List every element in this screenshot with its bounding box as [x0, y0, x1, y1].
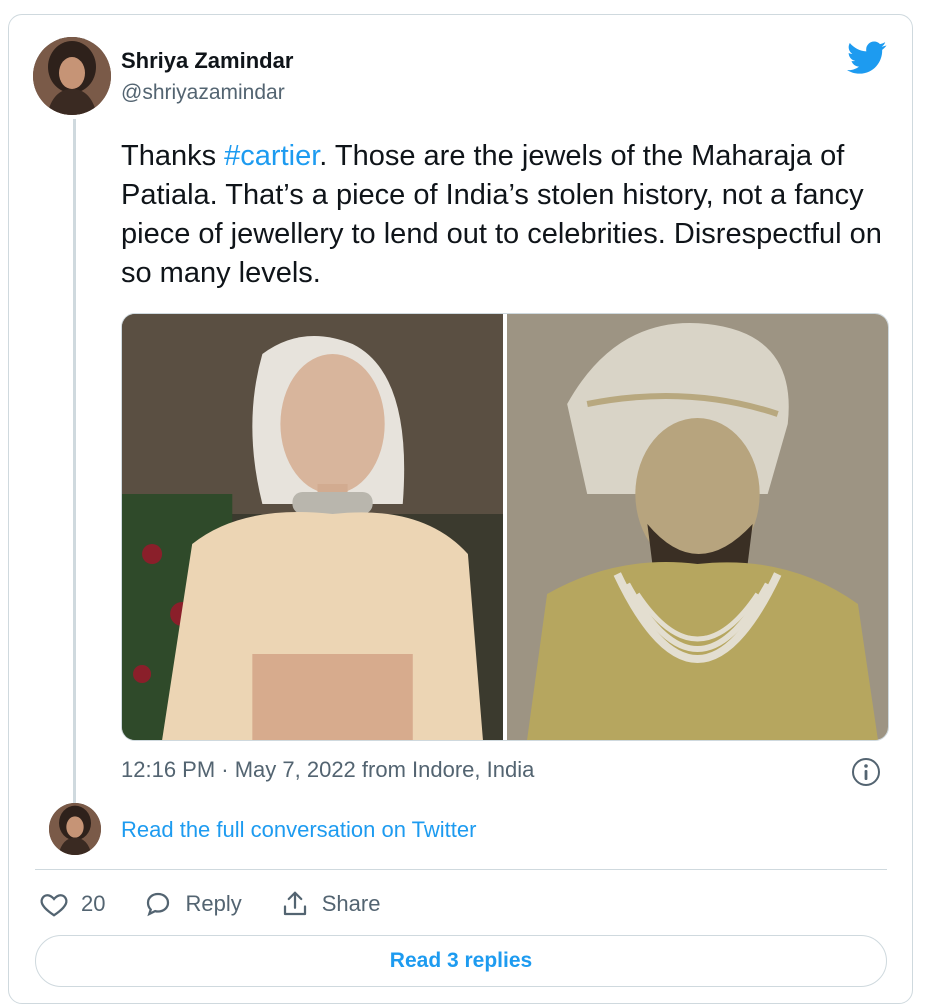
read-conversation-link[interactable]: Read the full conversation on Twitter [121, 817, 476, 843]
share-icon [283, 891, 306, 916]
twitter-bird-icon[interactable] [847, 41, 887, 75]
tweet-card: Shriya Zamindar @shriyazamindar Thanks #… [8, 14, 913, 1004]
thread-line [73, 119, 76, 809]
tweet-text-prefix: Thanks [121, 140, 225, 172]
tweet-text: Thanks #cartier. Those are the jewels of… [121, 137, 891, 293]
reply-button[interactable]: Reply [143, 889, 242, 919]
speech-bubble-icon [147, 892, 170, 917]
like-button[interactable]: 20 [39, 889, 105, 919]
tweet-timestamp[interactable]: 12:16 PM · May 7, 2022 from Indore, Indi… [121, 757, 534, 783]
read-replies-button[interactable]: Read 3 replies [35, 935, 887, 987]
info-icon[interactable] [851, 757, 881, 787]
divider [35, 869, 887, 870]
action-bar: 20 Reply Share [39, 887, 418, 921]
photo-maharaja-portrait[interactable] [507, 314, 888, 740]
tweet-media[interactable] [121, 313, 889, 741]
author-name[interactable]: Shriya Zamindar [121, 48, 293, 74]
photo-woman-met-gala[interactable] [122, 314, 503, 740]
like-count: 20 [81, 891, 106, 916]
reply-label: Reply [185, 891, 242, 916]
share-label: Share [321, 891, 381, 916]
author-avatar[interactable] [33, 37, 111, 115]
hashtag-link[interactable]: #cartier [224, 140, 319, 172]
author-handle[interactable]: @shriyazamindar [121, 81, 285, 105]
reply-avatar[interactable] [49, 803, 101, 855]
share-button[interactable]: Share [280, 889, 381, 919]
heart-icon [40, 894, 68, 917]
